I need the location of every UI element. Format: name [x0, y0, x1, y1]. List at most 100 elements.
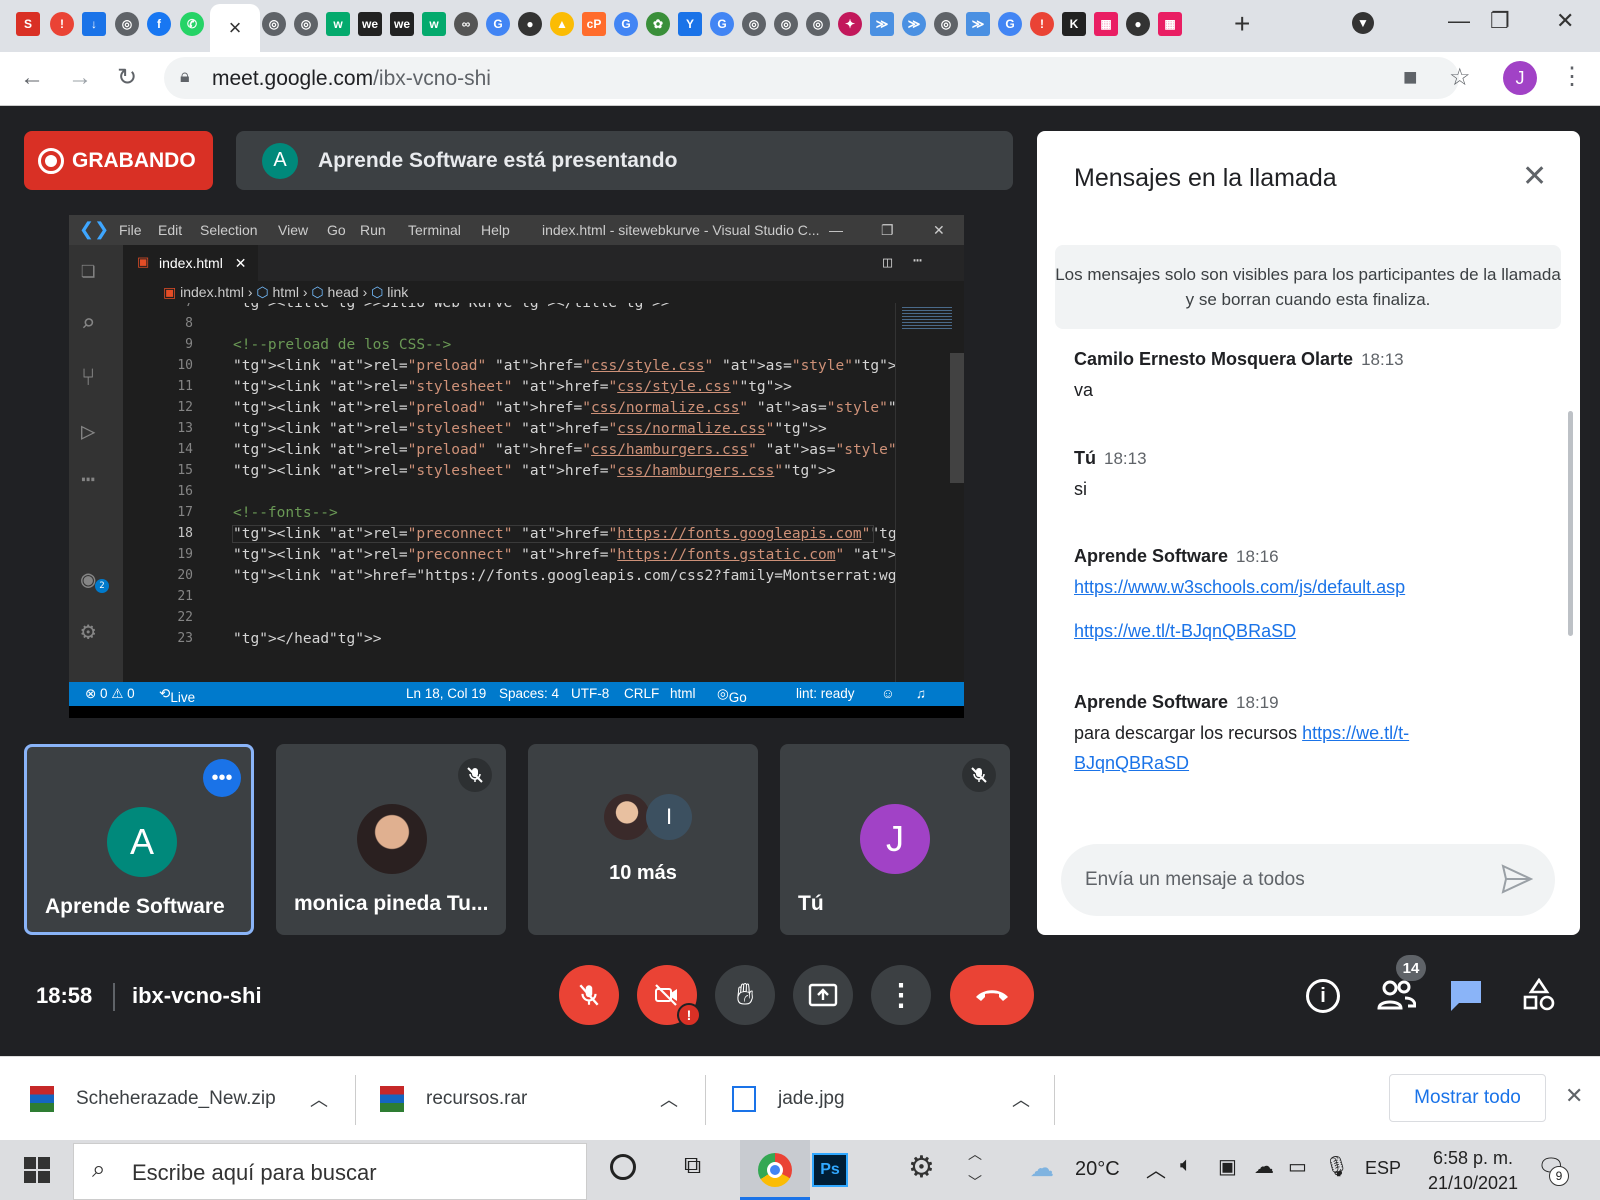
menu-edit[interactable]: Edit — [158, 222, 182, 238]
address-bar[interactable]: 🔒︎ meet.google.com/ibx-vcno-shi — [164, 57, 1459, 99]
code-line[interactable]: "tg"><link "at">rel="preload" "at">href=… — [233, 358, 895, 374]
code-line[interactable]: "tg"><link "at">rel="stylesheet" "at">hr… — [233, 463, 836, 479]
cursor-position-status[interactable]: Ln 18, Col 19 — [406, 686, 486, 701]
participants-icon[interactable] — [1376, 977, 1417, 1016]
split-editor-icon[interactable]: ◫ — [883, 253, 892, 271]
notification-bell-icon[interactable]: ♫ — [916, 686, 926, 701]
minimize-icon[interactable]: — — [1448, 8, 1470, 34]
menu-file[interactable]: File — [119, 222, 142, 238]
camera-icon[interactable]: ■ — [1403, 64, 1418, 92]
google-favicon-icon[interactable]: G — [710, 12, 734, 36]
menu-terminal[interactable]: Terminal — [408, 222, 461, 238]
code-line[interactable]: "tg"><link "at">rel="preconnect" "at">hr… — [232, 525, 895, 543]
breadcrumb-item[interactable]: head — [328, 284, 359, 300]
whatsapp-favicon-icon[interactable]: ✆ — [180, 12, 204, 36]
close-icon[interactable]: ✕ — [1522, 159, 1547, 194]
code-line[interactable]: "tg"><link "at">href="https://fonts.goog… — [233, 568, 895, 584]
github-favicon-icon[interactable]: ● — [1126, 12, 1150, 36]
frog-favicon-icon[interactable]: ✿ — [646, 12, 670, 36]
weather-icon[interactable]: ☁ — [1030, 1154, 1054, 1183]
bookmark-star-icon[interactable]: ☆ — [1449, 63, 1471, 92]
code-line[interactable]: "tg"><link "at">rel="stylesheet" "at">hr… — [233, 379, 792, 395]
tab-search-icon[interactable]: ▼ — [1352, 12, 1374, 34]
alert-favicon-icon[interactable]: ! — [1030, 12, 1054, 36]
vscode-restore-icon[interactable]: ❐ — [881, 222, 894, 239]
info-icon[interactable]: i — [1306, 979, 1340, 1013]
breadcrumb-item[interactable]: index.html — [180, 284, 244, 300]
breadcrumb-item[interactable]: html — [273, 284, 299, 300]
notifications-icon[interactable]: 🗨︎ 9 — [1537, 1154, 1569, 1186]
code-editor[interactable]: 7 "tg"><title"tg">>Sitio Web Kurve"tg"></… — [123, 303, 895, 682]
code-line[interactable]: "tg"><link "at">rel="stylesheet" "at">hr… — [233, 421, 827, 437]
chevron-up-icon[interactable]: ︿ — [310, 1086, 328, 1112]
accounts-icon[interactable]: ◉ 2 — [81, 565, 109, 593]
participant-tile[interactable]: monica pineda Tu... — [276, 744, 506, 935]
yahoo-favicon-icon[interactable]: Y — [678, 12, 702, 36]
chevron-up-icon[interactable]: ︿ — [660, 1086, 678, 1112]
raise-hand-button[interactable]: ✋︎ — [715, 965, 775, 1025]
globe-favicon-icon[interactable]: ◎ — [294, 12, 318, 36]
indent-status[interactable]: Spaces: 4 — [499, 686, 559, 701]
show-all-downloads-button[interactable]: Mostrar todo — [1389, 1074, 1546, 1122]
menu-help[interactable]: Help — [481, 222, 510, 238]
download-item[interactable]: jade.jpg ︿ — [732, 1057, 1032, 1141]
google-favicon-icon[interactable]: G — [998, 12, 1022, 36]
network-icon[interactable]: ▭ — [1288, 1154, 1307, 1179]
mic-toggle-button[interactable] — [559, 965, 619, 1025]
present-button[interactable] — [793, 965, 853, 1025]
encoding-status[interactable]: UTF-8 — [571, 686, 609, 701]
breadcrumb-item[interactable]: link — [387, 284, 408, 300]
tab-close-icon[interactable]: × — [229, 15, 242, 41]
wing-favicon-icon[interactable]: ≫ — [870, 12, 894, 36]
send-icon[interactable] — [1501, 864, 1534, 899]
download-item[interactable]: recursos.rar ︿ — [380, 1057, 680, 1141]
more-options-icon[interactable]: ••• — [203, 759, 241, 797]
photoshop-icon[interactable]: Ps — [812, 1153, 848, 1187]
menu-view[interactable]: View — [278, 222, 308, 238]
eol-status[interactable]: CRLF — [624, 686, 659, 701]
globe-favicon-icon[interactable]: ◎ — [806, 12, 830, 36]
participant-tile[interactable]: ••• A Aprende Software — [24, 744, 254, 935]
globe-favicon-icon[interactable]: ◎ — [934, 12, 958, 36]
go-live-status[interactable]: ◎ Go Live — [717, 686, 754, 718]
code-line[interactable]: <!--preload de los CSS--> — [233, 337, 451, 353]
more-icon[interactable]: ⋯ — [81, 465, 95, 493]
volume-icon[interactable]: 🔈︎ — [1180, 1154, 1192, 1177]
app-favicon-icon[interactable]: ▦ — [1158, 12, 1182, 36]
leave-call-button[interactable] — [950, 965, 1034, 1025]
vscode-minimize-icon[interactable]: — — [829, 222, 843, 238]
editor-scrollbar[interactable] — [950, 353, 964, 483]
code-line[interactable]: "tg"><link "at">rel="preload" "at">href=… — [233, 442, 895, 458]
code-line[interactable]: "tg"><link "at">rel="preload" "at">href=… — [233, 400, 895, 416]
back-icon[interactable]: ← — [20, 64, 44, 92]
overflow-chevron-icon[interactable]: ︿ ﹀ — [968, 1140, 982, 1196]
activities-icon[interactable] — [1522, 977, 1556, 1017]
code-line[interactable]: "tg"><link "at">rel="preconnect" "at">hr… — [233, 547, 895, 563]
link-favicon-icon[interactable]: ∞ — [454, 12, 478, 36]
w3schools-favicon-icon[interactable]: w — [422, 12, 446, 36]
download-item[interactable]: Scheherazade_New.zip ︿ — [30, 1057, 330, 1141]
vscode-close-icon[interactable]: ✕ — [933, 222, 945, 239]
github-favicon-icon[interactable]: ● — [518, 12, 542, 36]
app-favicon-icon[interactable]: ▦ — [1094, 12, 1118, 36]
close-window-icon[interactable]: ✕ — [1556, 8, 1574, 34]
chevron-up-icon[interactable]: ︿ — [1012, 1086, 1030, 1112]
onedrive-icon[interactable]: ☁ — [1254, 1154, 1274, 1179]
globe-favicon-icon[interactable]: ◎ — [262, 12, 286, 36]
input-language[interactable]: ESP — [1365, 1158, 1401, 1179]
w3schools-favicon-icon[interactable]: w — [326, 12, 350, 36]
facebook-favicon-icon[interactable]: f — [147, 12, 171, 36]
code-line[interactable]: "tg"><title"tg">>Sitio Web Kurve"tg"></t… — [233, 303, 670, 311]
code-line[interactable]: <!--fonts--> — [233, 505, 338, 521]
chat-link[interactable]: https://we.tl/t-BJqnQBRaSD — [1074, 616, 1296, 646]
reload-icon[interactable]: ↻ — [117, 63, 137, 92]
wing-favicon-icon[interactable]: ≫ — [902, 12, 926, 36]
task-view-icon[interactable]: ⧉ — [684, 1152, 701, 1180]
tab-close-icon[interactable]: ✕ — [235, 255, 247, 271]
minimap[interactable] — [895, 303, 964, 682]
participant-group-tile[interactable]: I 10 más — [528, 744, 758, 935]
google-favicon-icon[interactable]: G — [486, 12, 510, 36]
windows-start-icon[interactable] — [24, 1157, 50, 1188]
cortana-icon[interactable] — [610, 1154, 636, 1180]
editor-more-icon[interactable]: ⋯ — [913, 251, 922, 269]
